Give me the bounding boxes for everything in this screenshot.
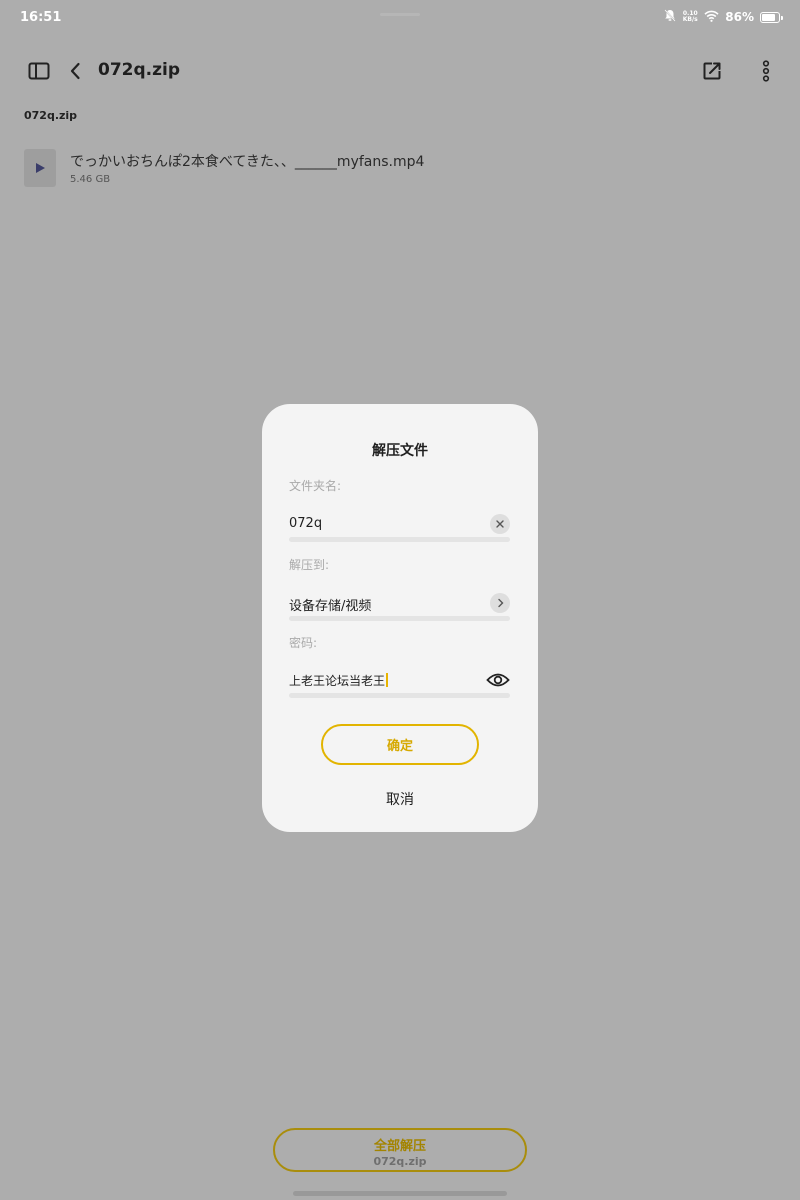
battery-fill: [762, 13, 775, 21]
wifi-icon: [704, 10, 719, 25]
folder-name-label: 文件夹名:: [289, 479, 342, 493]
extract-all-button[interactable]: 全部解压 072q.zip: [273, 1128, 527, 1172]
breadcrumb[interactable]: 072q.zip: [24, 109, 77, 122]
network-speed: 0.10 KB/s: [682, 11, 698, 23]
open-external-icon[interactable]: [697, 56, 727, 86]
cancel-button[interactable]: 取消: [262, 789, 538, 809]
list-item[interactable]: でっかいおちんぽ2本食べてきた、、______myfans.mp4 5.46 G…: [24, 146, 774, 190]
home-indicator[interactable]: [293, 1191, 507, 1196]
extract-all-subtitle: 072q.zip: [373, 1155, 427, 1168]
password-value-wrap: 上老王论坛当老王: [289, 672, 388, 689]
password-label: 密码:: [289, 636, 318, 650]
battery-icon: [760, 11, 783, 23]
page-title: 072q.zip: [98, 60, 181, 80]
back-icon[interactable]: [60, 56, 90, 86]
status-time: 16:51: [20, 10, 62, 25]
clear-icon[interactable]: [490, 514, 510, 534]
password-value: 上老王论坛当老王: [289, 674, 386, 688]
top-pill-handle: [380, 13, 420, 16]
field-underline: [289, 537, 510, 542]
chevron-right-icon[interactable]: [490, 593, 510, 613]
status-icons: 0.10 KB/s 86%: [664, 9, 783, 25]
video-file-icon: [24, 149, 56, 187]
field-underline: [289, 693, 510, 698]
field-underline: [289, 616, 510, 621]
extract-dialog: 解压文件 文件夹名: 072q 解压到: 设备存储/视频 密码: 上老王论坛当老…: [262, 404, 538, 832]
folder-name-field[interactable]: 072q: [289, 508, 510, 542]
file-name: でっかいおちんぽ2本食べてきた、、______myfans.mp4: [70, 154, 425, 170]
extract-all-label: 全部解压: [373, 1139, 426, 1154]
text-cursor: [386, 673, 388, 687]
destination-field[interactable]: 设备存储/视频: [289, 587, 510, 621]
network-speed-unit: KB/s: [682, 16, 698, 23]
mute-bell-icon: [664, 9, 676, 25]
battery-percent: 86%: [725, 10, 754, 24]
more-options-icon[interactable]: [751, 56, 781, 86]
status-bar: 16:51 0.10 KB/s 86%: [0, 0, 800, 36]
eye-icon[interactable]: [486, 670, 510, 690]
file-size: 5.46 GB: [70, 174, 111, 185]
dialog-title: 解压文件: [372, 443, 428, 459]
password-field[interactable]: 上老王论坛当老王: [289, 664, 510, 698]
sidebar-toggle-icon[interactable]: [24, 56, 54, 86]
destination-value: 设备存储/视频: [289, 599, 372, 614]
confirm-button[interactable]: 确定: [321, 724, 479, 765]
folder-name-value: 072q: [289, 516, 323, 531]
destination-label: 解压到:: [289, 558, 330, 572]
